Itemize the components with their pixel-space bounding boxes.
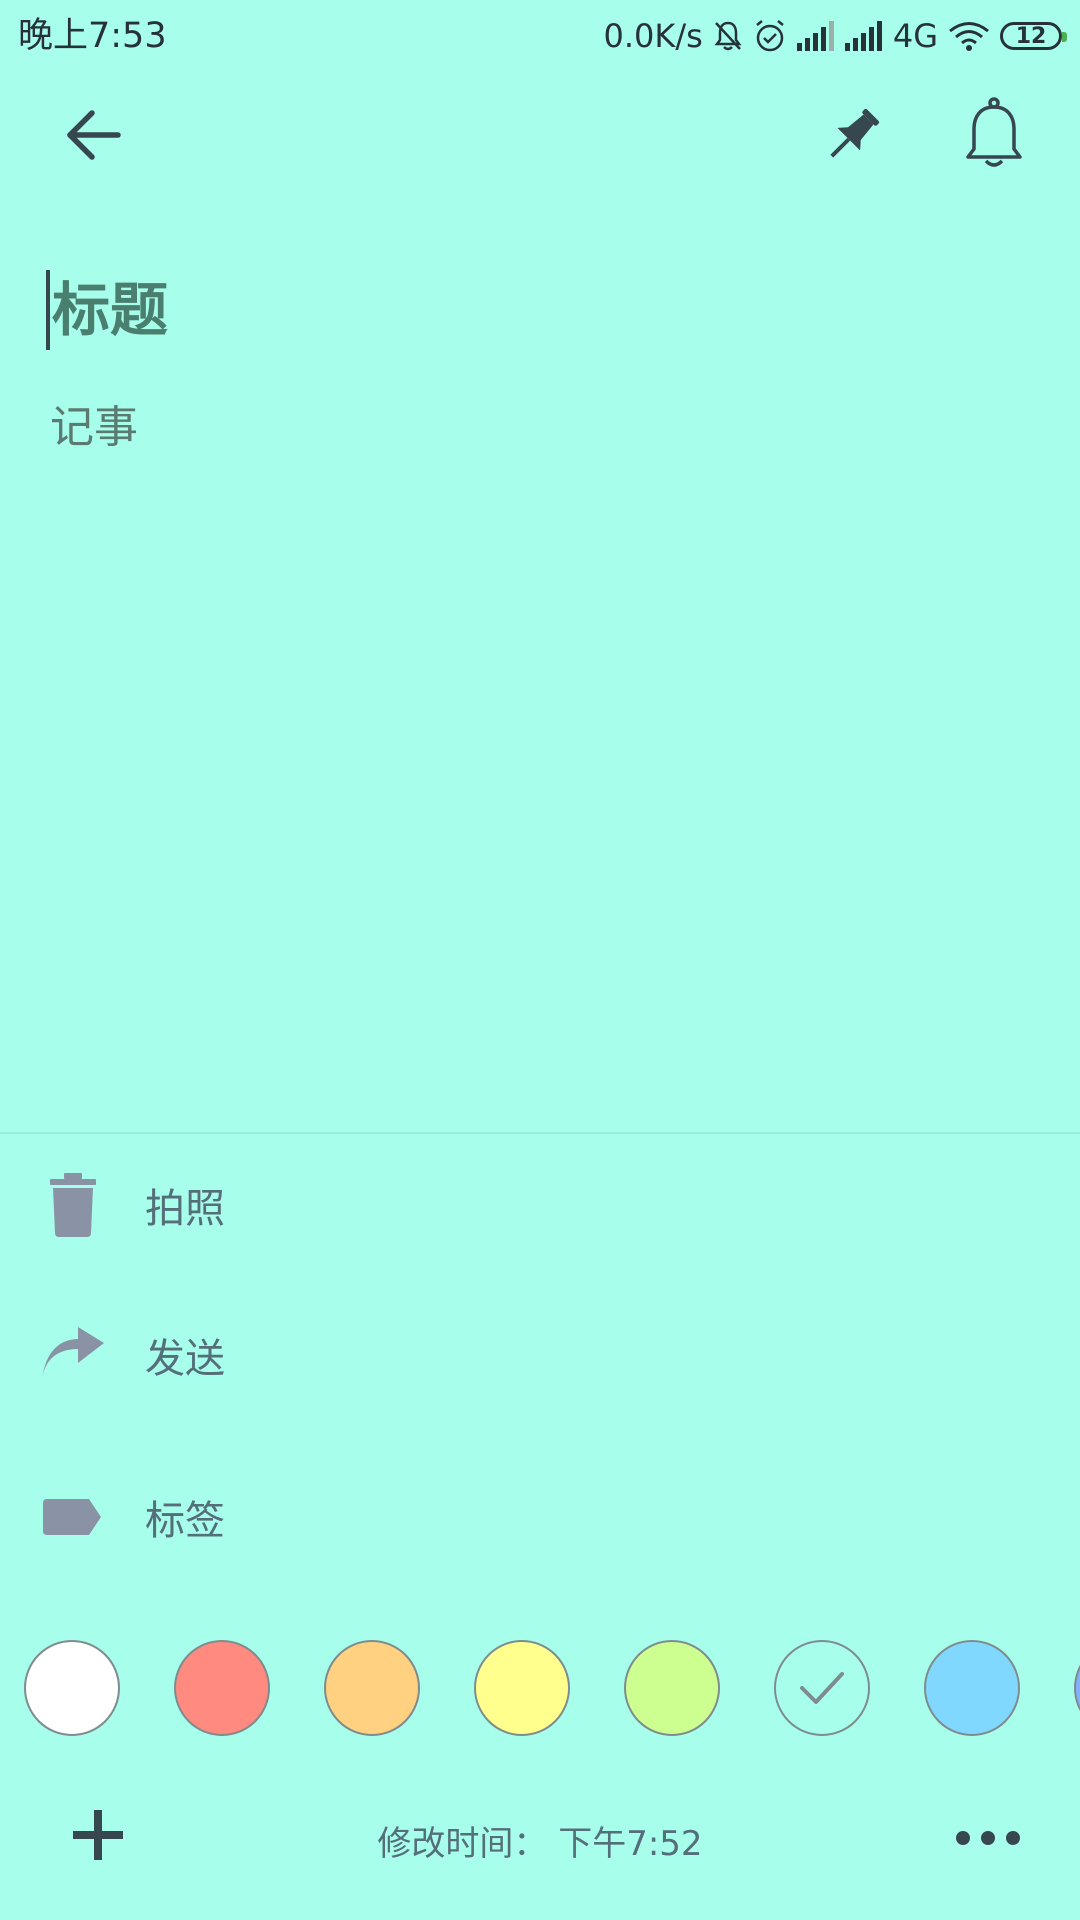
pin-button[interactable] <box>803 85 903 185</box>
color-swatch-orange[interactable] <box>324 1640 420 1736</box>
pin-icon <box>830 108 880 158</box>
menu-item-photo[interactable]: 拍照 <box>0 1135 1080 1275</box>
reminder-button[interactable] <box>944 85 1044 185</box>
signal-icon <box>844 21 883 51</box>
bell-icon <box>966 97 1022 167</box>
menu-item-label: 发送 <box>145 1336 225 1382</box>
network-type: 4G <box>892 17 938 55</box>
status-time: 晚上7:53 <box>18 16 167 56</box>
mute-bell-icon <box>713 20 743 52</box>
trash-icon <box>0 1173 145 1237</box>
sheet-divider <box>0 1132 1080 1134</box>
wifi-icon <box>948 20 990 52</box>
color-swatch-teal[interactable] <box>774 1640 870 1736</box>
color-picker <box>24 1638 1080 1742</box>
share-arrow-icon <box>0 1327 145 1383</box>
check-icon <box>800 1672 844 1704</box>
arrow-back-icon <box>67 110 121 160</box>
note-body-field[interactable]: 记事 <box>50 398 1030 458</box>
alarm-icon <box>753 19 787 53</box>
color-swatch-green[interactable] <box>624 1640 720 1736</box>
color-swatch-yellow[interactable] <box>474 1640 570 1736</box>
net-speed: 0.0K/s <box>603 17 703 55</box>
more-options-button[interactable] <box>940 1800 1036 1876</box>
menu-item-label-tag[interactable]: 标签 <box>0 1447 1080 1587</box>
battery-indicator: 12 <box>1000 22 1067 50</box>
signal-icon <box>796 21 835 51</box>
label-tag-icon <box>0 1499 145 1535</box>
menu-item-send[interactable]: 发送 <box>0 1285 1080 1425</box>
color-swatch-blue[interactable] <box>924 1640 1020 1736</box>
color-swatch-red[interactable] <box>174 1640 270 1736</box>
status-icons: 0.0K/s 4G 12 <box>603 14 1067 58</box>
color-swatch-dark-blue[interactable] <box>1074 1640 1080 1736</box>
battery-level: 12 <box>1015 23 1047 49</box>
back-button[interactable] <box>43 85 143 185</box>
more-horiz-icon <box>956 1831 1020 1845</box>
status-bar: 晚上7:53 0.0K/s 4G 12 <box>0 0 1080 74</box>
menu-item-label: 标签 <box>145 1498 225 1544</box>
modified-time: 修改时间： 下午7:52 <box>377 1824 703 1864</box>
menu-item-label: 拍照 <box>145 1186 225 1232</box>
note-title-field[interactable]: 标题 <box>46 270 1032 350</box>
color-swatch-white[interactable] <box>24 1640 120 1736</box>
